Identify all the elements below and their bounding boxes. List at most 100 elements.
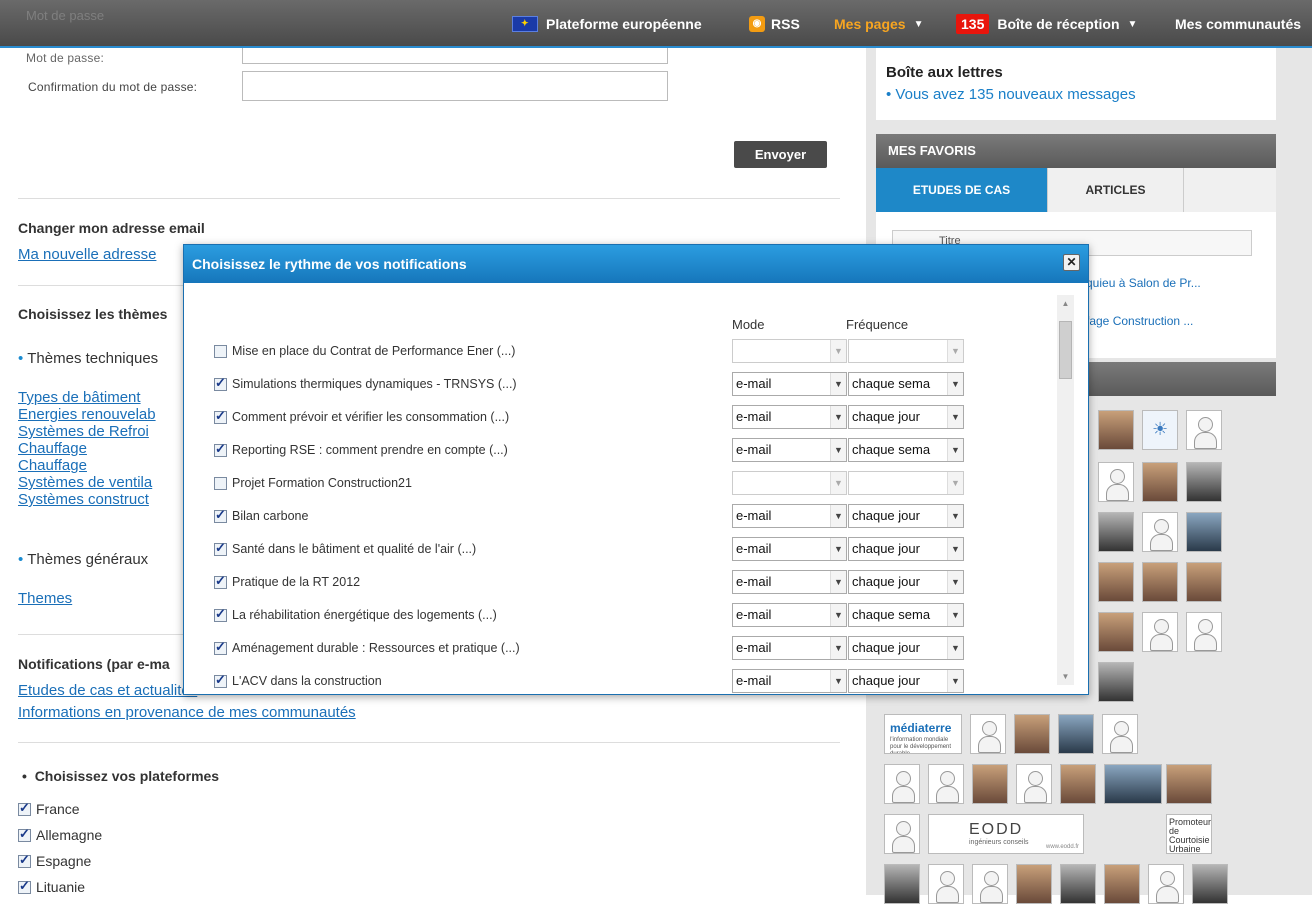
nav-inbox[interactable]: 135 Boîte de réception ▼ <box>956 0 1137 48</box>
member-avatar[interactable] <box>1166 764 1212 804</box>
member-avatar[interactable] <box>1142 562 1178 602</box>
nav-mes-pages[interactable]: Mes pages ▼ <box>834 0 924 48</box>
frequency-select[interactable]: chaque jour ▼ <box>848 636 964 660</box>
close-icon[interactable]: ✕ <box>1063 254 1080 271</box>
chevron-down-icon[interactable]: ▼ <box>947 340 963 362</box>
notification-theme[interactable]: Comment prévoir et vérifier les consomma… <box>214 408 509 424</box>
mode-select[interactable]: ▼ <box>732 339 847 363</box>
member-avatar[interactable] <box>1060 864 1096 904</box>
favorite-item[interactable]: quieu à Salon de Pr... <box>1086 276 1201 290</box>
eodd-logo[interactable]: EODD ingénieurs conseils www.eodd.fr <box>928 814 1084 854</box>
chevron-down-icon[interactable]: ▼ <box>947 406 963 428</box>
scroll-up-icon[interactable]: ▲ <box>1057 295 1074 312</box>
chevron-down-icon[interactable]: ▼ <box>830 538 846 560</box>
notification-theme[interactable]: Aménagement durable : Ressources et prat… <box>214 639 520 655</box>
member-avatar[interactable] <box>1058 714 1094 754</box>
notification-checkbox[interactable] <box>214 573 227 589</box>
platform-checkbox-germany[interactable]: Allemagne <box>18 826 102 843</box>
member-avatar[interactable] <box>1148 864 1184 904</box>
notification-checkbox[interactable] <box>214 476 227 490</box>
notification-checkbox[interactable] <box>214 672 227 688</box>
member-avatar[interactable] <box>970 714 1006 754</box>
theme-link[interactable]: Systèmes de Refroi <box>18 423 149 440</box>
chevron-down-icon[interactable]: ▼ <box>947 571 963 593</box>
frequency-select[interactable]: chaque jour ▼ <box>848 669 964 693</box>
frequency-select[interactable]: chaque jour ▼ <box>848 537 964 561</box>
chevron-down-icon[interactable]: ▼ <box>830 406 846 428</box>
chevron-down-icon[interactable]: ▼ <box>947 472 963 494</box>
chevron-down-icon[interactable]: ▼ <box>830 340 846 362</box>
chevron-down-icon[interactable]: ▼ <box>947 604 963 626</box>
mode-select[interactable]: e-mail ▼ <box>732 438 847 462</box>
frequency-select[interactable]: chaque jour ▼ <box>848 570 964 594</box>
general-themes-link[interactable]: Themes <box>18 590 72 607</box>
theme-link[interactable]: Types de bâtiment <box>18 389 141 406</box>
mailbox-messages-link[interactable]: • Vous avez 135 nouveaux messages <box>886 86 1136 103</box>
member-avatar[interactable] <box>972 864 1008 904</box>
frequency-select[interactable]: chaque sema ▼ <box>848 438 964 462</box>
chevron-down-icon[interactable]: ▼ <box>830 670 846 692</box>
notification-theme[interactable]: La réhabilitation énergétique des logeme… <box>214 606 497 622</box>
tab-case-studies[interactable]: ETUDES DE CAS <box>876 168 1048 212</box>
chevron-down-icon[interactable]: ▼ <box>947 637 963 659</box>
member-avatar[interactable] <box>1098 562 1134 602</box>
tab-articles[interactable]: ARTICLES <box>1048 168 1184 212</box>
member-avatar[interactable] <box>972 764 1008 804</box>
theme-link[interactable]: Chauffage <box>18 457 87 474</box>
frequency-select[interactable]: ▼ <box>848 471 964 495</box>
frequency-select[interactable]: chaque jour ▼ <box>848 504 964 528</box>
chevron-down-icon[interactable]: ▼ <box>947 439 963 461</box>
mode-select[interactable]: e-mail ▼ <box>732 669 847 693</box>
platform-checkbox-spain[interactable]: Espagne <box>18 852 91 869</box>
notification-theme[interactable]: L'ACV dans la construction <box>214 672 382 688</box>
scroll-down-icon[interactable]: ▼ <box>1057 668 1074 685</box>
member-avatar[interactable] <box>1102 714 1138 754</box>
member-avatar[interactable] <box>928 764 964 804</box>
chevron-down-icon[interactable]: ▼ <box>947 505 963 527</box>
mode-select[interactable]: e-mail ▼ <box>732 570 847 594</box>
nav-rss[interactable]: ◉ RSS <box>749 0 800 48</box>
new-email-link[interactable]: Ma nouvelle adresse <box>18 246 156 263</box>
notification-checkbox[interactable] <box>214 408 227 424</box>
mediaterre-logo[interactable]: médiaterre l'information mondiale pour l… <box>884 714 962 754</box>
submit-button[interactable]: Envoyer <box>734 141 827 168</box>
favorite-item[interactable]: fage Construction ... <box>1086 314 1193 328</box>
member-avatar[interactable] <box>1098 462 1134 502</box>
notification-theme[interactable]: Bilan carbone <box>214 507 308 523</box>
member-avatar[interactable] <box>1186 562 1222 602</box>
member-avatar[interactable] <box>884 814 920 854</box>
notification-checkbox[interactable] <box>214 540 227 556</box>
member-avatar[interactable] <box>1098 612 1134 652</box>
chevron-down-icon[interactable]: ▼ <box>830 571 846 593</box>
member-avatar[interactable] <box>1142 612 1178 652</box>
mode-select[interactable]: ▼ <box>732 471 847 495</box>
checkbox[interactable] <box>18 826 31 842</box>
notification-checkbox[interactable] <box>214 375 227 391</box>
mode-select[interactable]: e-mail ▼ <box>732 504 847 528</box>
theme-link[interactable]: Systèmes de ventila <box>18 474 152 491</box>
member-avatar[interactable] <box>1060 764 1096 804</box>
notification-checkbox[interactable] <box>214 441 227 457</box>
notification-theme[interactable]: Santé dans le bâtiment et qualité de l'a… <box>214 540 476 556</box>
theme-link[interactable]: Chauffage <box>18 440 87 457</box>
member-avatar[interactable] <box>1186 612 1222 652</box>
chevron-down-icon[interactable]: ▼ <box>830 604 846 626</box>
member-avatar[interactable] <box>1098 662 1134 702</box>
checkbox[interactable] <box>18 800 31 816</box>
mode-select[interactable]: e-mail ▼ <box>732 405 847 429</box>
chevron-down-icon[interactable]: ▼ <box>830 505 846 527</box>
notification-checkbox[interactable] <box>214 606 227 622</box>
nav-communities[interactable]: Mes communautés <box>1175 0 1301 48</box>
notification-theme[interactable]: Mise en place du Contrat de Performance … <box>214 344 515 358</box>
mode-select[interactable]: e-mail ▼ <box>732 603 847 627</box>
notification-theme[interactable]: Simulations thermiques dynamiques - TRNS… <box>214 375 517 391</box>
member-avatar[interactable] <box>1104 764 1162 804</box>
scroll-thumb[interactable] <box>1059 321 1072 379</box>
checkbox[interactable] <box>18 852 31 868</box>
member-avatar[interactable] <box>1098 512 1134 552</box>
nav-european-platform[interactable]: Plateforme européenne <box>512 0 702 48</box>
member-avatar[interactable] <box>884 864 920 904</box>
promoteur-logo[interactable]: Promoteur de Courtoisie Urbaine <box>1166 814 1212 854</box>
member-avatar[interactable] <box>1104 864 1140 904</box>
notif-link-communities[interactable]: Informations en provenance de mes commun… <box>18 704 356 721</box>
